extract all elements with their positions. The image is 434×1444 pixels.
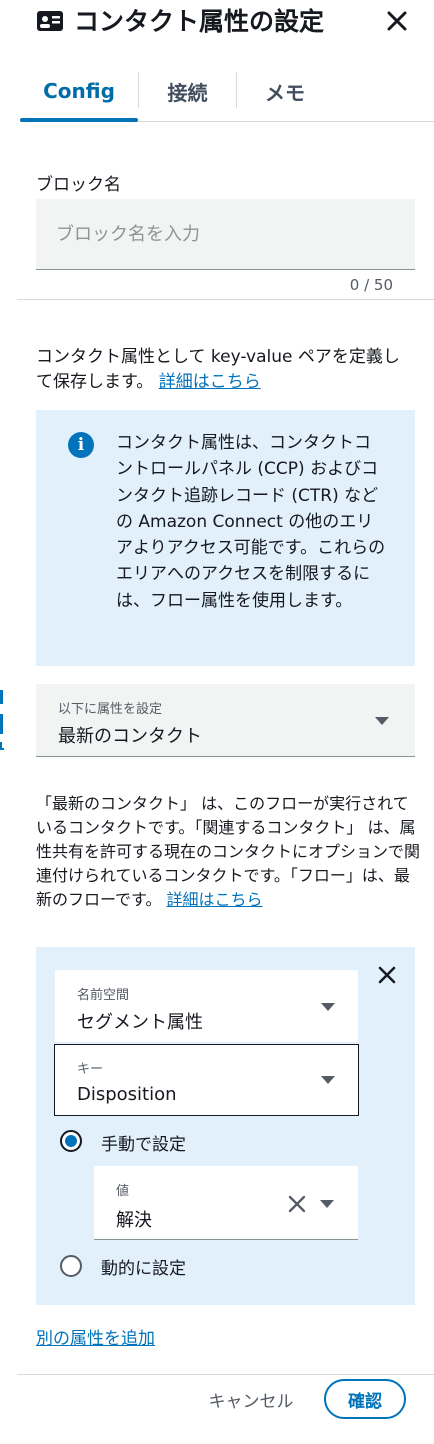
block-name-input[interactable]: [36, 199, 415, 270]
set-attribute-on-select[interactable]: 以下に属性を設定 最新のコンタクト: [36, 684, 415, 757]
value-caption: 値: [116, 1184, 130, 1199]
info-icon: i: [68, 432, 94, 458]
info-text: コンタクト属性は、コンタクトコントロールパネル (CCP) およびコンタクト追跡…: [116, 433, 386, 611]
manual-radio-label: 手動で設定: [101, 1135, 186, 1155]
footer-divider: [17, 1374, 434, 1375]
description-text: コンタクト属性として key-value ペアを定義して保存します。 詳細はこち…: [36, 345, 416, 395]
target-learn-more-link[interactable]: 詳細はこちら: [167, 890, 263, 909]
tab-memo[interactable]: メモ: [237, 62, 333, 120]
chevron-down-icon: [321, 1003, 335, 1011]
chevron-down-icon: [375, 717, 389, 725]
resize-corner: [0, 742, 4, 750]
namespace-value: セグメント属性: [77, 1012, 203, 1033]
contact-card-icon: [37, 11, 63, 31]
manual-radio[interactable]: [60, 1130, 82, 1152]
dynamic-radio[interactable]: [60, 1255, 82, 1277]
target-description: 「最新のコンタクト」 は、このフローが実行されているコンタクトです。「関連するコ…: [36, 792, 420, 912]
tab-connection[interactable]: 接続: [139, 62, 236, 120]
resize-handle[interactable]: [0, 714, 3, 734]
key-value: Disposition: [77, 1084, 177, 1105]
close-icon: [387, 11, 407, 31]
key-select[interactable]: キー Disposition: [54, 1044, 359, 1116]
tab-bar: Config 接続 メモ: [20, 62, 434, 122]
tab-config[interactable]: Config: [20, 62, 138, 120]
block-name-label: ブロック名: [36, 175, 121, 195]
chevron-down-icon: [321, 1076, 335, 1084]
dynamic-radio-label: 動的に設定: [101, 1259, 186, 1279]
clear-icon[interactable]: [288, 1195, 306, 1213]
select-value: 最新のコンタクト: [58, 726, 202, 747]
key-caption: キー: [77, 1062, 104, 1077]
add-attribute-link[interactable]: 別の属性を追加: [36, 1324, 155, 1349]
value-select[interactable]: 値 解決: [94, 1166, 358, 1240]
resize-handle[interactable]: [0, 690, 3, 704]
namespace-caption: 名前空間: [77, 988, 130, 1003]
select-caption: 以下に属性を設定: [58, 702, 163, 717]
close-panel-button[interactable]: [380, 4, 414, 38]
value-value: 解決: [116, 1210, 152, 1231]
confirm-button[interactable]: 確認: [324, 1379, 406, 1419]
remove-attribute-button[interactable]: [372, 960, 402, 990]
section-divider: [17, 299, 434, 300]
namespace-select[interactable]: 名前空間 セグメント属性: [55, 970, 358, 1042]
active-tab-indicator: [20, 118, 138, 122]
cancel-button[interactable]: キャンセル: [198, 1380, 304, 1418]
character-counter: 0 / 50: [349, 276, 393, 294]
close-icon: [378, 966, 396, 984]
learn-more-link[interactable]: 詳細はこちら: [159, 372, 261, 392]
panel-title: コンタクト属性の設定: [74, 7, 325, 36]
chevron-down-icon: [320, 1200, 334, 1208]
